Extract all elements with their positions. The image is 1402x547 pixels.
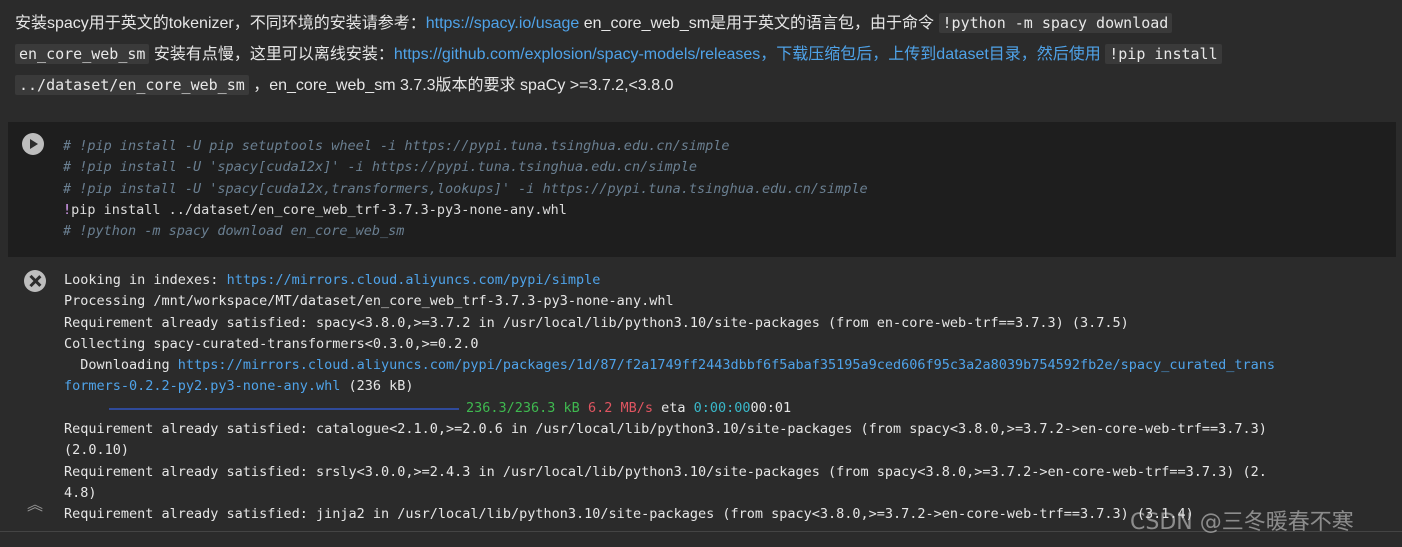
chevron-double-up-icon[interactable]: ︽ [27, 497, 43, 515]
code-editor[interactable]: # !pip install -U pip setuptools wheel -… [63, 136, 868, 242]
output-line: formers-0.2.2-py2.py3-none-any.whl (236 … [64, 378, 414, 395]
progress-eta-label: eta [661, 399, 686, 416]
markdown-cell: 安装spacy用于英文的tokenizer，不同环境的安装请参考：https:/… [15, 8, 1385, 101]
markdown-line-1: 安装spacy用于英文的tokenizer，不同环境的安装请参考：https:/… [15, 8, 1385, 39]
output-line: Requirement already satisfied: spacy<3.8… [64, 314, 1129, 331]
inline-code: ../dataset/en_core_web_sm [15, 75, 249, 95]
shell-bang: ! [63, 201, 72, 218]
cell-output: Looking in indexes: https://mirrors.clou… [64, 270, 1399, 526]
shell-command: pip install ../dataset/en_core_web_trf-3… [71, 201, 567, 218]
output-line: Requirement already satisfied: srsly<3.0… [64, 463, 1267, 480]
watermark: CSDN @三冬暖春不寒 [1130, 510, 1354, 535]
progress-line: 236.3/236.3 kB 6.2 MB/s eta 0:00:0000:01 [64, 398, 1399, 419]
spacy-models-link[interactable]: https://github.com/explosion/spacy-model… [394, 46, 1101, 63]
progress-speed: 6.2 MB/s [587, 399, 653, 416]
progress-elapsed: 00:01 [750, 399, 792, 416]
output-line: Processing /mnt/workspace/MT/dataset/en_… [64, 293, 674, 310]
md-text: en_core_web_sm是用于英文的语言包，由于命令 [579, 15, 939, 32]
inline-code: en_core_web_sm [15, 44, 150, 64]
download-link[interactable]: https://mirrors.cloud.aliyuncs.com/pypi/… [178, 357, 1275, 373]
output-line: Requirement already satisfied: catalogue… [64, 421, 1267, 438]
code-line: # !python -m spacy download en_core_web_… [63, 223, 405, 240]
download-link-cont[interactable]: formers-0.2.2-py2.py3-none-any.whl [64, 378, 340, 394]
md-text: 安装有点慢，这里可以离线安装： [149, 46, 394, 63]
output-line: Downloading https://mirrors.cloud.aliyun… [64, 357, 1276, 374]
markdown-line-3: ../dataset/en_core_web_sm ，en_core_web_s… [15, 70, 1385, 101]
output-line: 4.8) [64, 484, 97, 501]
close-circle-icon[interactable] [24, 270, 46, 292]
play-icon[interactable] [22, 133, 44, 155]
output-line: Collecting spacy-curated-transformers<0.… [64, 335, 479, 352]
code-line: !pip install ../dataset/en_core_web_trf-… [63, 200, 868, 221]
code-line: # !pip install -U 'spacy[cuda12x]' -i ht… [63, 159, 697, 176]
index-link[interactable]: https://mirrors.cloud.aliyuncs.com/pypi/… [227, 272, 601, 288]
md-text: 安装spacy用于英文的tokenizer，不同环境的安装请参考： [15, 15, 426, 32]
output-line: (2.0.10) [64, 442, 130, 459]
code-line: # !pip install -U pip setuptools wheel -… [63, 138, 730, 154]
md-text: ，en_core_web_sm 3.7.3版本的要求 spaCy >=3.7.2… [248, 77, 674, 94]
spacy-usage-link[interactable]: https://spacy.io/usage [426, 15, 580, 32]
markdown-line-2: en_core_web_sm 安装有点慢，这里可以离线安装：https://gi… [15, 39, 1385, 70]
progress-eta: 0:00:00 [693, 399, 751, 416]
inline-code: !pip install [1105, 44, 1222, 64]
progress-size: 236.3/236.3 kB [466, 399, 580, 416]
inline-code: !python -m spacy download [938, 13, 1173, 33]
code-line: # !pip install -U 'spacy[cuda12x,transfo… [63, 180, 868, 197]
output-line: Looking in indexes: https://mirrors.clou… [64, 272, 601, 288]
progress-bar [109, 407, 459, 410]
